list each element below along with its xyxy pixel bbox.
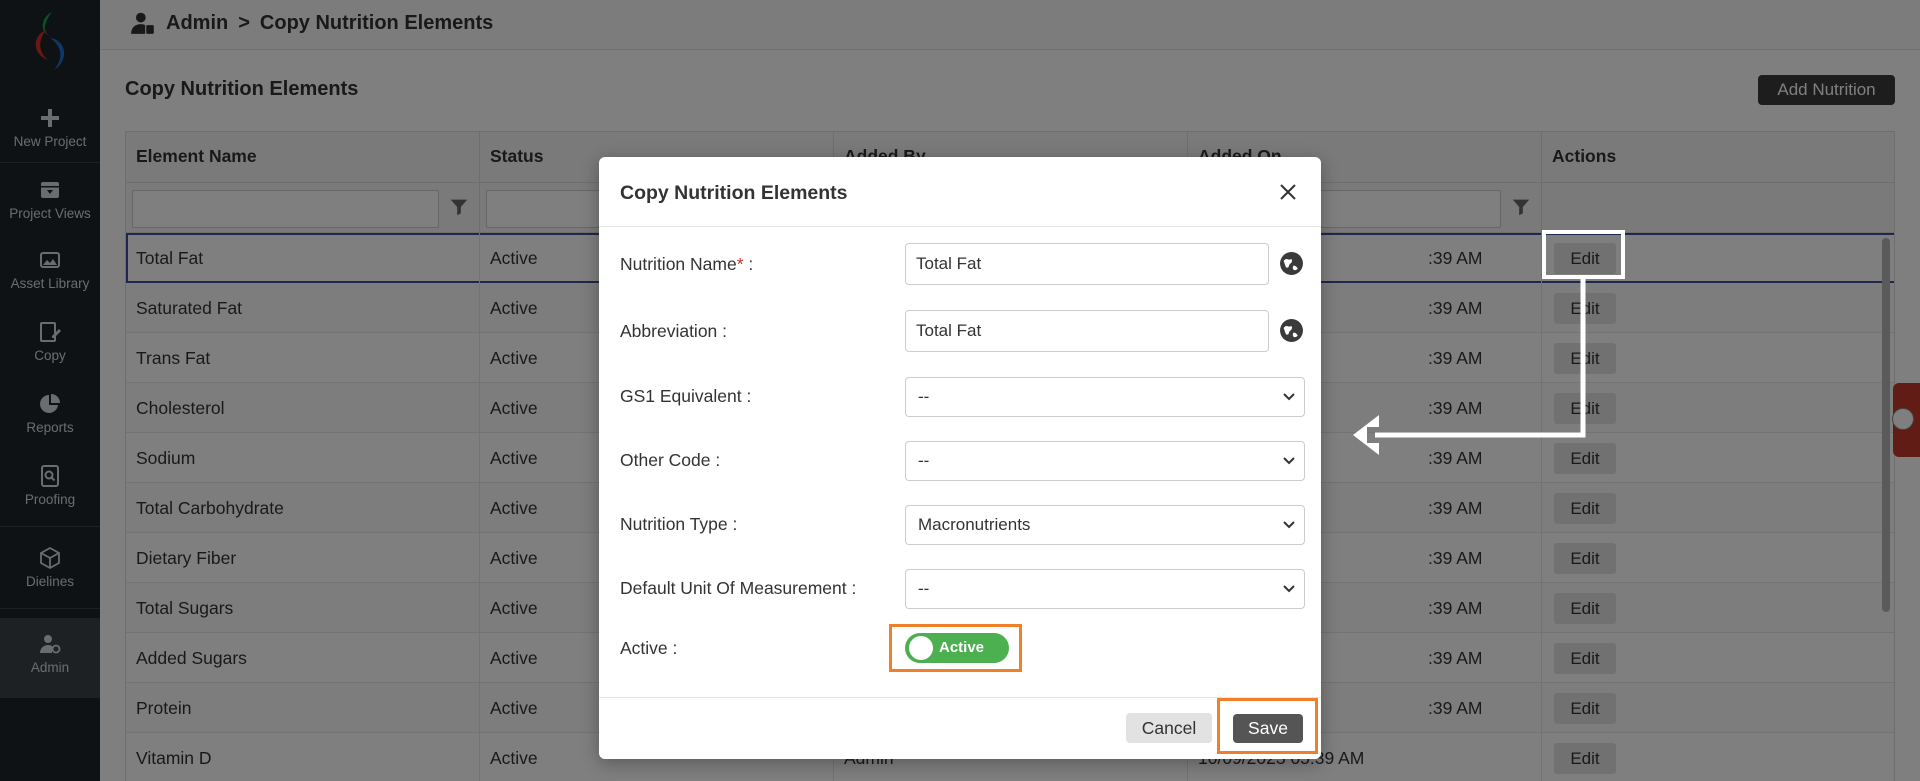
- nutrition-name-label: Nutrition Name* :: [620, 254, 753, 275]
- nutrition-type-label: Nutrition Type :: [620, 514, 738, 534]
- close-icon[interactable]: [1276, 180, 1300, 204]
- pointer-arrow-icon: [1353, 279, 1586, 455]
- chevron-down-icon: [1283, 457, 1295, 465]
- globe-icon[interactable]: [1279, 251, 1304, 276]
- uom-select[interactable]: --: [905, 569, 1305, 609]
- uom-label: Default Unit Of Measurement :: [620, 578, 857, 598]
- chevron-down-icon: [1283, 585, 1295, 593]
- globe-icon[interactable]: [1279, 318, 1304, 343]
- highlight-box-toggle: [889, 624, 1022, 672]
- abbreviation-label: Abbreviation :: [620, 321, 728, 341]
- highlight-box-save: [1217, 698, 1318, 754]
- label-colon: :: [743, 254, 754, 274]
- uom-value: --: [918, 579, 930, 598]
- other-code-label: Other Code :: [620, 450, 721, 470]
- nutrition-name-label-text: Nutrition Name: [620, 254, 737, 274]
- chevron-down-icon: [1283, 521, 1295, 529]
- chevron-down-icon: [1283, 393, 1295, 401]
- required-asterisk: *: [736, 254, 744, 274]
- nutrition-name-input[interactable]: [905, 243, 1269, 285]
- cancel-button[interactable]: Cancel: [1126, 713, 1212, 743]
- abbreviation-input[interactable]: [905, 310, 1269, 352]
- other-code-select[interactable]: --: [905, 441, 1305, 481]
- active-label: Active :: [620, 638, 678, 658]
- copy-nutrition-modal: Copy Nutrition Elements Nutrition Name* …: [599, 157, 1321, 759]
- gs1-equivalent-label: GS1 Equivalent :: [620, 386, 752, 406]
- highlight-box-edit: [1542, 230, 1625, 279]
- modal-title: Copy Nutrition Elements: [620, 182, 848, 204]
- modal-header: Copy Nutrition Elements: [599, 157, 1321, 227]
- gs1-equivalent-select[interactable]: --: [905, 377, 1305, 417]
- other-code-value: --: [918, 451, 930, 470]
- modal-footer-divider: [599, 697, 1321, 698]
- gs1-equivalent-value: --: [918, 387, 930, 406]
- nutrition-type-value: Macronutrients: [918, 515, 1031, 534]
- nutrition-type-select[interactable]: Macronutrients: [905, 505, 1305, 545]
